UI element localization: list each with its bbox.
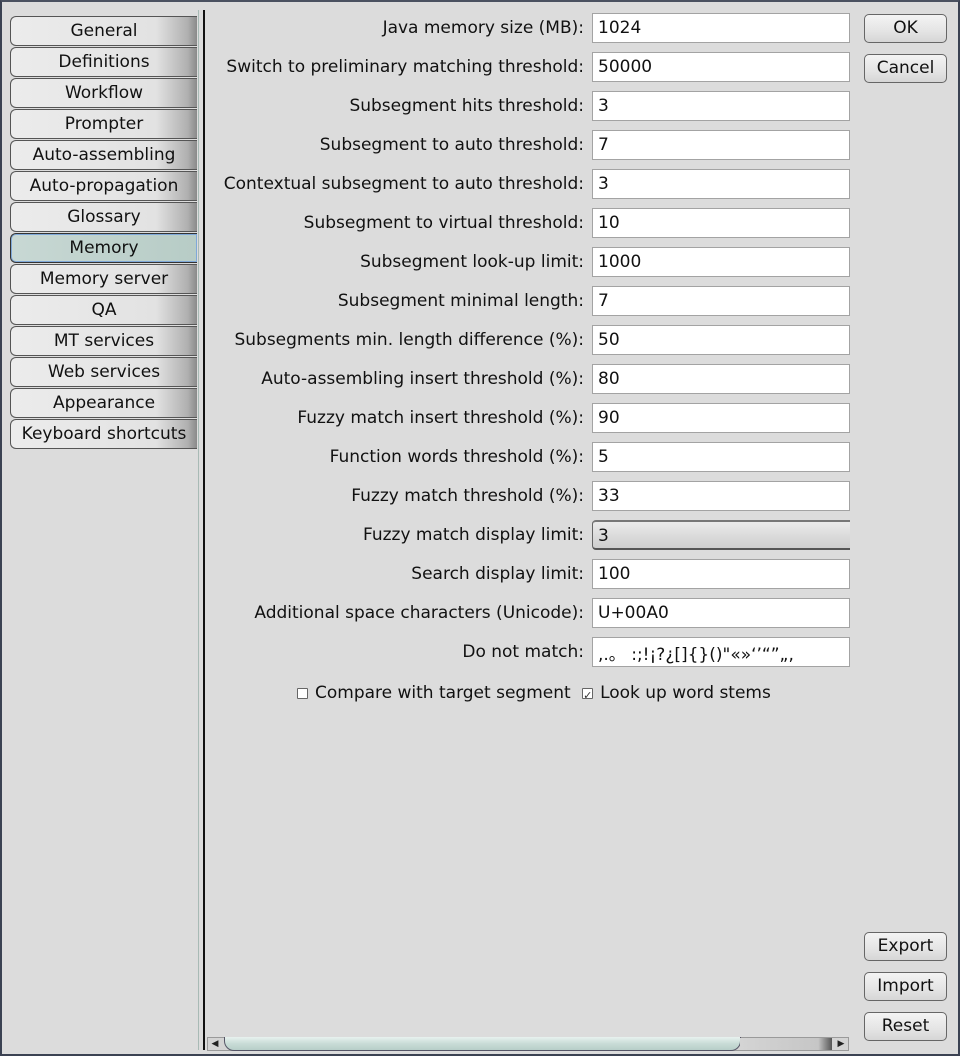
checkbox-checked-icon[interactable] (582, 683, 594, 709)
sidebar-nav: General Definitions Workflow Prompter Au… (10, 16, 197, 450)
sidebar-item-appearance[interactable]: Appearance (10, 388, 197, 418)
field-label: Fuzzy match threshold (%): (351, 486, 584, 506)
form-row-subsegment-to-auto: Subsegment to auto threshold: (202, 130, 852, 160)
java-memory-size-input[interactable] (592, 13, 850, 43)
sidebar-item-workflow[interactable]: Workflow (10, 78, 197, 108)
subsegment-to-virtual-threshold-input[interactable] (592, 208, 850, 238)
form-row-subsegment-length-difference: Subsegments min. length difference (%): (202, 325, 852, 355)
preliminary-matching-threshold-input[interactable] (592, 52, 850, 82)
form-row-contextual-subsegment: Contextual subsegment to auto threshold: (202, 169, 852, 199)
scroll-left-arrow-icon[interactable]: ◀ (208, 1038, 222, 1050)
form-row-fuzzy-match-insert: Fuzzy match insert threshold (%): (202, 403, 852, 433)
auto-assembling-insert-threshold-input[interactable] (592, 364, 850, 394)
sidebar-item-auto-propagation[interactable]: Auto-propagation (10, 171, 197, 201)
field-label: Fuzzy match insert threshold (%): (297, 408, 584, 428)
sidebar-item-memory[interactable]: Memory (10, 233, 197, 263)
form-row-subsegment-hits: Subsegment hits threshold: (202, 91, 852, 121)
field-label: Do not match: (462, 642, 584, 662)
sidebar-item-definitions[interactable]: Definitions (10, 47, 197, 77)
checkbox-unchecked-icon[interactable] (297, 687, 308, 699)
field-label: Subsegment hits threshold: (349, 96, 584, 116)
sidebar-item-mt-services[interactable]: MT services (10, 326, 197, 356)
scrollbar-track[interactable] (740, 1038, 832, 1050)
scroll-right-arrow-icon[interactable]: ▶ (834, 1038, 848, 1050)
function-words-threshold-input[interactable] (592, 442, 850, 472)
sidebar-item-general[interactable]: General (10, 16, 197, 46)
field-label: Switch to preliminary matching threshold… (226, 57, 584, 77)
form-row-subsegment-lookup-limit: Subsegment look-up limit: (202, 247, 852, 277)
field-label: Fuzzy match display limit: (363, 525, 584, 545)
sidebar-item-keyboard-shortcuts[interactable]: Keyboard shortcuts (10, 419, 197, 449)
subsegment-hits-threshold-input[interactable] (592, 91, 850, 121)
scrollbar-thumb[interactable] (224, 1037, 741, 1051)
subsegment-minimal-length-input[interactable] (592, 286, 850, 316)
field-label: Subsegments min. length difference (%): (234, 330, 584, 350)
field-label: Subsegment look-up limit: (360, 252, 584, 272)
contextual-subsegment-threshold-input[interactable] (592, 169, 850, 199)
additional-space-characters-input[interactable] (592, 598, 850, 628)
compare-with-target-checkbox[interactable]: Compare with target segment (297, 680, 571, 706)
cancel-button[interactable]: Cancel (864, 54, 947, 83)
preferences-dialog: General Definitions Workflow Prompter Au… (0, 0, 960, 1056)
field-label: Function words threshold (%): (329, 447, 584, 467)
sidebar-item-memory-server[interactable]: Memory server (10, 264, 197, 294)
form-row-fuzzy-match-display-limit: Fuzzy match display limit: 3 (202, 520, 852, 550)
form-row-function-words: Function words threshold (%): (202, 442, 852, 472)
horizontal-scrollbar[interactable]: ◀ ▶ (207, 1037, 849, 1051)
form-row-do-not-match: Do not match: (202, 637, 852, 667)
look-up-word-stems-checkbox[interactable]: Look up word stems (582, 680, 771, 709)
form-row-search-display-limit: Search display limit: (202, 559, 852, 589)
fuzzy-match-threshold-input[interactable] (592, 481, 850, 511)
checkbox-label: Look up word stems (600, 683, 771, 703)
form-row-preliminary-matching: Switch to preliminary matching threshold… (202, 52, 852, 82)
sidebar-item-qa[interactable]: QA (10, 295, 197, 325)
import-button[interactable]: Import (864, 972, 947, 1001)
form-row-subsegment-to-virtual: Subsegment to virtual threshold: (202, 208, 852, 238)
field-label: Additional space characters (Unicode): (254, 603, 584, 623)
reset-button[interactable]: Reset (864, 1012, 947, 1041)
field-label: Search display limit: (411, 564, 584, 584)
do-not-match-input[interactable] (592, 637, 850, 667)
subsegment-length-difference-input[interactable] (592, 325, 850, 355)
field-label: Java memory size (MB): (382, 18, 584, 38)
export-button[interactable]: Export (864, 932, 947, 961)
field-label: Auto-assembling insert threshold (%): (261, 369, 584, 389)
sidebar-item-web-services[interactable]: Web services (10, 357, 197, 387)
subsegment-to-auto-threshold-input[interactable] (592, 130, 850, 160)
sidebar-item-prompter[interactable]: Prompter (10, 109, 197, 139)
form-row-fuzzy-match-threshold: Fuzzy match threshold (%): (202, 481, 852, 511)
sidebar-item-glossary[interactable]: Glossary (10, 202, 197, 232)
checkbox-label: Compare with target segment (315, 683, 571, 703)
form-row-java-memory: Java memory size (MB): (202, 13, 852, 43)
fuzzy-match-display-limit-spinner[interactable]: 3 (592, 520, 850, 550)
checkbox-group: Compare with target segment Look up word… (297, 680, 777, 709)
field-label: Subsegment to auto threshold: (319, 135, 584, 155)
field-label: Subsegment minimal length: (337, 291, 584, 311)
search-display-limit-input[interactable] (592, 559, 850, 589)
form-row-additional-space-characters: Additional space characters (Unicode): (202, 598, 852, 628)
ok-button[interactable]: OK (864, 14, 947, 43)
field-label: Subsegment to virtual threshold: (303, 213, 584, 233)
fuzzy-match-insert-threshold-input[interactable] (592, 403, 850, 433)
subsegment-lookup-limit-input[interactable] (592, 247, 850, 277)
field-label: Contextual subsegment to auto threshold: (223, 174, 584, 194)
form-row-auto-assembling-insert: Auto-assembling insert threshold (%): (202, 364, 852, 394)
form-row-subsegment-minimal-length: Subsegment minimal length: (202, 286, 852, 316)
sidebar-item-auto-assembling[interactable]: Auto-assembling (10, 140, 197, 170)
